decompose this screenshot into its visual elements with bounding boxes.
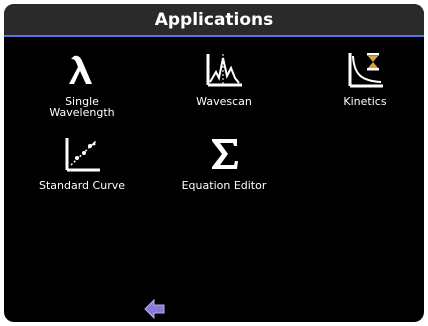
title-bar: Applications	[4, 4, 424, 37]
page-title: Applications	[154, 9, 274, 30]
sigma-icon	[212, 139, 238, 169]
standard-curve-icon	[65, 138, 100, 172]
app-label: Standard Curve	[39, 179, 125, 192]
app-standard-curve[interactable]: Standard Curve	[24, 134, 140, 191]
kinetics-icon	[348, 53, 383, 88]
app-single-wavelength[interactable]: Single Wavelength	[40, 50, 124, 118]
app-label: Equation Editor	[181, 179, 267, 192]
app-label: Single Wavelength	[49, 95, 115, 119]
app-label: Kinetics	[343, 95, 387, 108]
app-wavescan[interactable]: Wavescan	[182, 50, 266, 107]
app-equation-editor[interactable]: Equation Editor	[164, 134, 284, 191]
wavescan-icon	[206, 54, 242, 87]
app-screen: Applications Single Wavelength Wavescan …	[4, 4, 424, 322]
lambda-icon	[69, 55, 92, 84]
app-label: Wavescan	[196, 95, 252, 108]
app-kinetics[interactable]: Kinetics	[323, 50, 407, 107]
back-arrow-icon[interactable]	[144, 298, 166, 320]
